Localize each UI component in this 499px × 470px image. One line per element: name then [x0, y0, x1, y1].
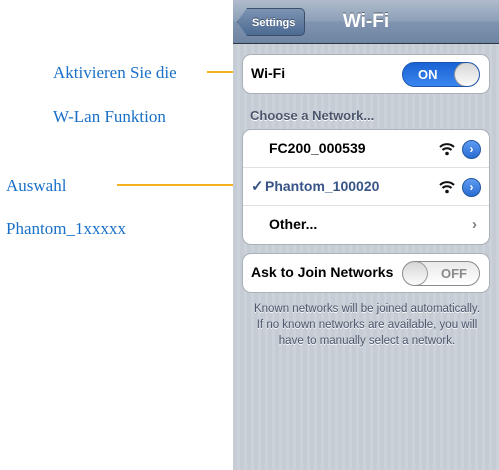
- page-title: Wi-Fi: [342, 11, 390, 32]
- wifi-toggle-group: Wi-Fi ON: [242, 54, 490, 94]
- phone-screen: Settings Wi-Fi Wi-Fi ON Choose a Network…: [233, 0, 499, 470]
- checkmark-icon: ✓: [251, 178, 264, 195]
- toggle-knob: [454, 63, 479, 86]
- ask-to-join-toggle-state: OFF: [441, 266, 467, 281]
- ask-to-join-toggle[interactable]: OFF: [402, 261, 480, 286]
- ask-to-join-group: Ask to Join Networks OFF: [242, 253, 490, 293]
- wifi-toggle-state: ON: [418, 67, 438, 82]
- wifi-label: Wi-Fi: [251, 65, 286, 81]
- network-name-selected: Phantom_100020: [265, 178, 380, 194]
- network-detail-button[interactable]: ›: [462, 178, 481, 197]
- annotation-select-line1: Auswahl: [6, 176, 67, 195]
- annotation-select-line2: Phantom_1xxxxx: [6, 219, 126, 238]
- annotation-activate-line1: Aktivieren Sie die: [53, 63, 177, 82]
- navigation-bar: Settings Wi-Fi: [233, 0, 499, 44]
- network-row-phantom[interactable]: ✓ Phantom_100020 ›: [243, 168, 489, 206]
- ask-to-join-label: Ask to Join Networks: [251, 264, 394, 280]
- wifi-row: Wi-Fi ON: [243, 55, 489, 93]
- wifi-icon: [439, 181, 455, 194]
- network-name: FC200_000539: [269, 140, 366, 156]
- ask-to-join-row: Ask to Join Networks OFF: [243, 254, 489, 292]
- toggle-knob: [403, 262, 428, 285]
- annotation-activate-line2: W-Lan Funktion: [53, 107, 166, 126]
- chevron-right-icon: ›: [472, 216, 477, 233]
- network-row-other[interactable]: Other... ›: [243, 206, 489, 244]
- wifi-icon: [439, 143, 455, 156]
- wifi-toggle[interactable]: ON: [402, 62, 480, 87]
- network-detail-button[interactable]: ›: [462, 140, 481, 159]
- ask-to-join-footer: Known networks will be joined automatica…: [253, 303, 481, 347]
- other-network-label: Other...: [269, 216, 318, 232]
- choose-network-header: Choose a Network...: [250, 108, 375, 123]
- network-row-fc200[interactable]: FC200_000539 ›: [243, 130, 489, 168]
- network-list: FC200_000539 › ✓ Phantom_100020 › Other.…: [242, 129, 490, 245]
